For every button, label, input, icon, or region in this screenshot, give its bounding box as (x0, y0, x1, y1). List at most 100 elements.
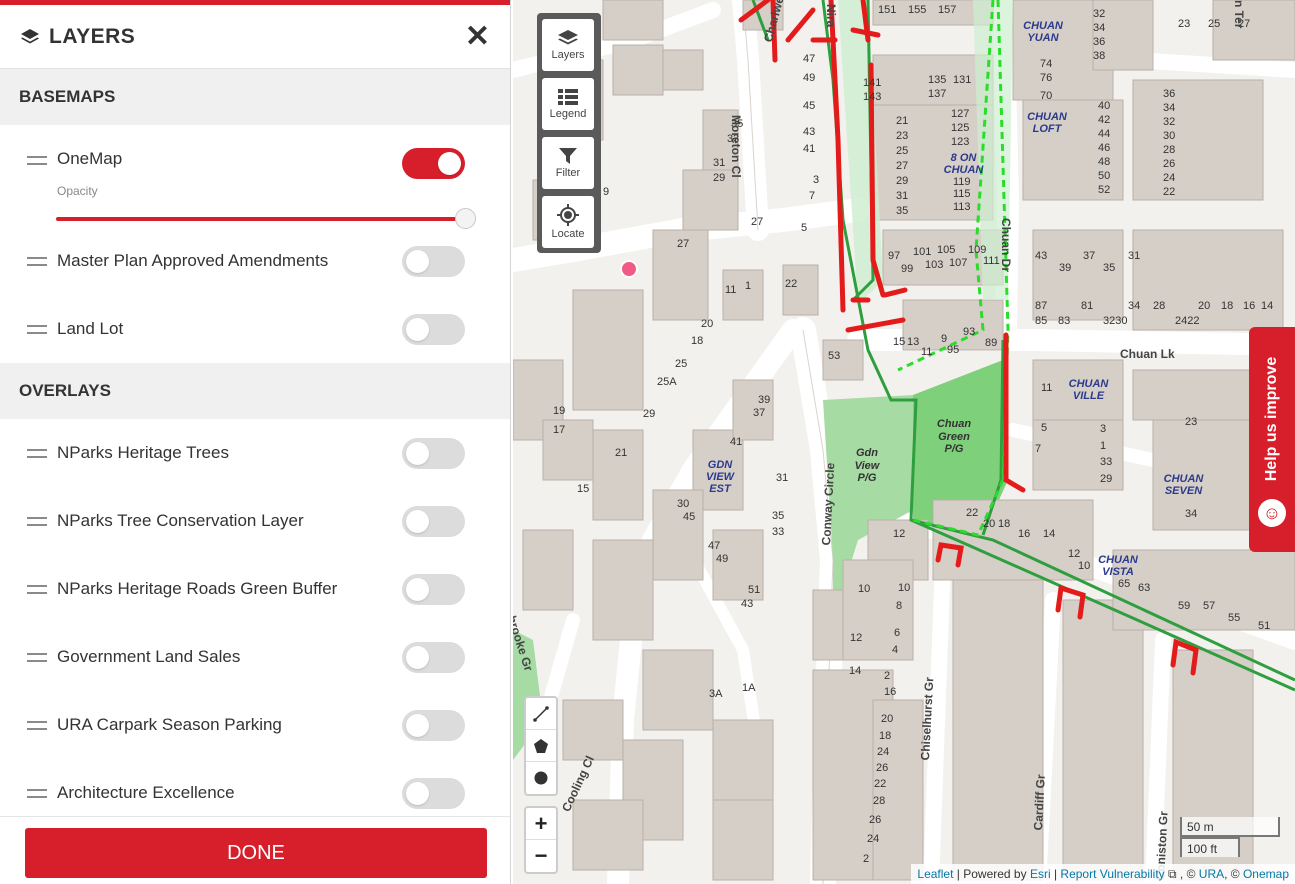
overlay-label: NParks Heritage Roads Green Buffer (57, 579, 338, 598)
drag-handle-icon[interactable] (27, 584, 47, 594)
estate-label: CHUAN VISTA (1098, 554, 1138, 579)
drag-handle-icon[interactable] (27, 788, 47, 798)
locate-tool-button[interactable]: Locate (542, 196, 594, 248)
basemap-item-onemap: OneMap Opacity (0, 125, 510, 229)
house-number: 14 (849, 665, 862, 677)
house-number: 32 (1163, 116, 1176, 128)
scale-bar: 50 m 100 ft (1180, 817, 1280, 857)
house-number: 101 (913, 246, 932, 258)
house-number: 81 (1081, 300, 1094, 312)
house-number: 34 (1128, 300, 1141, 312)
park-label: Gdn View P/G (854, 447, 880, 485)
house-number: 14 (1261, 300, 1274, 312)
house-number: 26 (1163, 158, 1176, 170)
bus-stop-icon[interactable] (620, 260, 638, 278)
road-label: Cardiff Gr (1031, 774, 1048, 831)
architecture-toggle[interactable] (402, 777, 465, 809)
help-us-improve-button[interactable]: Help us improve ☺ (1249, 327, 1295, 552)
tool-label: Layers (551, 49, 585, 61)
drag-handle-icon[interactable] (27, 156, 47, 165)
polyline-icon (533, 705, 549, 722)
house-number: 41 (730, 436, 743, 448)
basemap-item-master-plan: Master Plan Approved Amendments (0, 227, 510, 295)
draw-line-button[interactable] (526, 698, 556, 730)
house-number: 40 (1098, 100, 1111, 112)
house-number: 3A (709, 688, 723, 700)
onemap-toggle[interactable] (402, 148, 465, 179)
estate-label: CHUAN YUAN (1023, 20, 1063, 45)
house-number: 13 (907, 336, 920, 348)
done-button[interactable]: DONE (25, 828, 487, 878)
house-number: 25 (896, 145, 909, 157)
house-number: 36 (1093, 36, 1106, 48)
drag-handle-icon[interactable] (27, 448, 47, 458)
esri-link[interactable]: Esri (1030, 867, 1051, 881)
drag-handle-icon[interactable] (27, 516, 47, 526)
ura-link[interactable]: URA (1199, 867, 1224, 881)
house-number: 97 (888, 250, 901, 262)
overlay-item-tree-conservation: NParks Tree Conservation Layer (0, 487, 510, 555)
house-number: 47 (708, 540, 721, 552)
house-number: 43 (803, 126, 816, 138)
drag-handle-icon[interactable] (27, 652, 47, 662)
zoom-in-button[interactable]: + (526, 808, 556, 840)
house-number: 135 (928, 74, 947, 86)
house-number: 22 (1163, 186, 1176, 198)
house-number: 155 (908, 4, 927, 16)
house-number: 35 (772, 510, 785, 522)
house-number: 5 (1041, 422, 1048, 434)
slider-knob[interactable] (455, 208, 476, 229)
legend-tool-button[interactable]: Legend (542, 78, 594, 130)
onemap-link[interactable]: Onemap (1243, 867, 1289, 881)
gov-land-sales-toggle[interactable] (402, 641, 465, 673)
house-number: 99 (901, 263, 914, 275)
tool-label: Filter (555, 167, 581, 179)
drag-handle-icon[interactable] (27, 256, 47, 266)
house-number: 34 (1163, 102, 1176, 114)
draw-polygon-button[interactable] (526, 730, 556, 762)
close-icon[interactable]: ✕ (465, 21, 490, 52)
basemaps-heading: BASEMAPS (0, 69, 510, 125)
park-label: Chuan Green P/G (936, 418, 972, 456)
scale-imperial: 100 ft (1180, 837, 1240, 857)
heritage-roads-toggle[interactable] (402, 573, 465, 605)
overlay-label: URA Carpark Season Parking (57, 715, 282, 734)
house-number: 3 (1100, 423, 1107, 435)
house-number: 45 (683, 511, 696, 523)
zoom-out-button[interactable]: − (526, 840, 556, 872)
house-number: 41 (803, 143, 816, 155)
estate-label: GDN VIEW EST (705, 459, 735, 496)
house-number: 35 (896, 205, 909, 217)
heritage-trees-toggle[interactable] (402, 437, 465, 469)
house-number: 125 (951, 122, 970, 134)
report-vulnerability-link[interactable]: Report Vulnerability (1060, 867, 1164, 881)
drag-handle-icon[interactable] (27, 720, 47, 730)
drag-handle-icon[interactable] (27, 324, 47, 334)
house-number: 11 (725, 284, 737, 296)
house-number: 21 (896, 115, 909, 127)
house-number: 1 (1100, 440, 1107, 452)
basemap-item-land-lot: Land Lot (0, 295, 510, 363)
house-number: 7 (1035, 443, 1042, 455)
house-number: 24 (1163, 172, 1176, 184)
house-number: 24 (877, 746, 890, 758)
opacity-slider[interactable] (56, 208, 476, 229)
house-number: 65 (1118, 578, 1131, 590)
draw-circle-button[interactable] (526, 762, 556, 794)
road-label: Moreton Cl (729, 115, 743, 178)
tree-conservation-toggle[interactable] (402, 505, 465, 537)
house-number: 51 (1258, 620, 1271, 632)
master-plan-toggle[interactable] (402, 245, 465, 277)
filter-icon (559, 148, 577, 164)
layers-tool-button[interactable]: Layers (542, 19, 594, 71)
house-number: 29 (643, 408, 656, 420)
house-number: 31 (776, 472, 789, 484)
filter-tool-button[interactable]: Filter (542, 137, 594, 189)
map-canvas[interactable]: 151 155 157 32 34 36 38 23 25 27 141 143… (513, 0, 1295, 884)
leaflet-link[interactable]: Leaflet (917, 867, 953, 881)
road-label: n Ter (1232, 0, 1246, 29)
house-number: 18 (879, 730, 892, 742)
carpark-toggle[interactable] (402, 709, 465, 741)
land-lot-toggle[interactable] (402, 313, 465, 345)
house-number: 18 (1221, 300, 1234, 312)
